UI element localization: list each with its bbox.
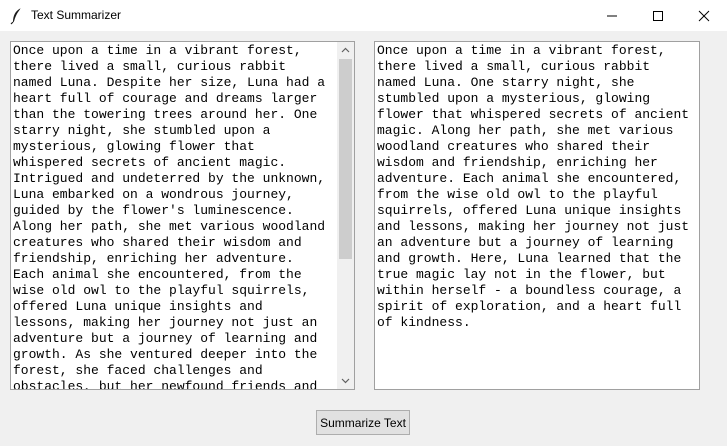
chevron-up-icon	[341, 47, 350, 53]
minimize-button[interactable]	[589, 0, 635, 31]
window-title: Text Summarizer	[31, 8, 122, 22]
minimize-icon	[607, 15, 617, 17]
summary-text-area[interactable]: Once upon a time in a vibrant forest, th…	[374, 41, 700, 390]
input-scrollbar[interactable]	[337, 42, 354, 389]
close-button[interactable]	[681, 0, 727, 31]
input-text-area[interactable]: Once upon a time in a vibrant forest, th…	[10, 41, 355, 390]
chevron-down-icon	[341, 378, 350, 384]
title-bar[interactable]: Text Summarizer	[0, 0, 727, 31]
maximize-icon	[653, 11, 663, 21]
scroll-up-button[interactable]	[337, 42, 354, 59]
summarize-button[interactable]: Summarize Text	[316, 410, 410, 435]
maximize-button[interactable]	[635, 0, 681, 31]
scroll-thumb[interactable]	[339, 59, 352, 259]
summary-text-content: Once upon a time in a vibrant forest, th…	[377, 43, 690, 330]
feather-icon	[9, 7, 25, 25]
scroll-down-button[interactable]	[337, 372, 354, 389]
close-icon	[698, 10, 710, 22]
input-text-content: Once upon a time in a vibrant forest, th…	[13, 43, 326, 390]
